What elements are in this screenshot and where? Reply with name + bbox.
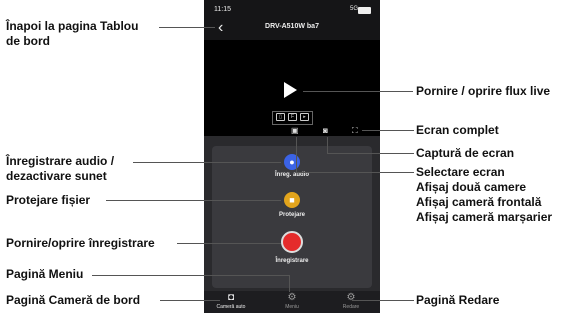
status-time: 11:15	[214, 6, 231, 13]
leader-line	[327, 153, 414, 154]
callout-screenshot: Captură de ecran	[416, 146, 515, 160]
dashcam-icon: ◘	[227, 292, 235, 303]
phone-screen: 11:15 5G ‹ DRV-A510W ba7 ▯ F ▸ ▣ ◙ ⛶ ● Î…	[204, 0, 380, 313]
callout-text: Afișaj două camere	[416, 180, 527, 194]
callout-text: Afișaj cameră frontală	[416, 195, 542, 209]
tab-label: Redare	[342, 304, 360, 310]
protect-button[interactable]: ■	[284, 192, 300, 208]
callout-text: de bord	[6, 34, 50, 48]
gear-icon: ⚙	[287, 292, 297, 303]
leader-line	[133, 162, 281, 163]
protect-label: Protejare	[278, 212, 305, 218]
play-icon[interactable]	[284, 82, 297, 98]
audio-record-button[interactable]: ●	[284, 154, 300, 170]
leader-line	[296, 172, 414, 173]
record-label: Înregistrare	[275, 258, 309, 264]
tab-menu[interactable]: ⚙ Meniu	[267, 292, 317, 311]
leader-line	[92, 275, 289, 276]
leader-line	[160, 300, 220, 301]
playback-icon: ⚙	[346, 292, 356, 303]
camera-view-selector[interactable]: ▯ F ▸	[272, 111, 313, 125]
camera-icon[interactable]: ◙	[323, 127, 328, 135]
callout-screen-select: Selectare ecran Afișaj două camere Afișa…	[416, 165, 552, 225]
lock-icon: ■	[289, 195, 295, 205]
callout-text: Înregistrare audio /	[6, 154, 115, 168]
tab-label: Cameră auto	[216, 304, 246, 310]
callout-fullscreen: Ecran complet	[416, 123, 499, 137]
callout-back: Înapoi la pagina Tablou de bord	[6, 19, 138, 49]
dual-camera-icon[interactable]: ▯	[276, 113, 285, 121]
leader-line	[296, 137, 297, 172]
rear-camera-icon[interactable]: ▸	[300, 113, 309, 121]
leader-line	[177, 243, 281, 244]
tab-dashcam[interactable]: ◘ Cameră auto	[206, 292, 256, 311]
callout-record: Pornire/oprire înregistrare	[6, 236, 155, 250]
leader-line	[362, 130, 414, 131]
status-bar: 11:15 5G	[204, 0, 380, 18]
callout-text: dezactivare sunet	[6, 169, 107, 183]
signal-indicator: 5G	[349, 6, 358, 12]
screen-select-icon[interactable]: ▣	[291, 127, 299, 135]
tab-label: Meniu	[285, 304, 299, 310]
record-button[interactable]	[281, 231, 303, 253]
callout-dashcam: Pagină Cameră de bord	[6, 293, 141, 307]
callout-menu: Pagină Meniu	[6, 267, 84, 281]
leader-line	[303, 91, 413, 92]
callout-playback: Pagină Redare	[416, 293, 500, 307]
tab-playback[interactable]: ⚙ Redare	[326, 292, 376, 311]
callout-live: Pornire / oprire flux live	[416, 84, 551, 98]
leader-line	[352, 300, 414, 301]
callout-protect: Protejare fișier	[6, 193, 91, 207]
device-name: DRV-A510W ba7	[265, 23, 319, 30]
leader-line	[106, 200, 281, 201]
callout-text: Afișaj cameră marșarier	[416, 210, 553, 224]
leader-line	[327, 137, 328, 153]
fullscreen-icon[interactable]: ⛶	[352, 127, 358, 135]
leader-line	[159, 27, 215, 28]
leader-line	[289, 275, 290, 292]
battery-icon	[358, 7, 371, 14]
callout-audio: Înregistrare audio / dezactivare sunet	[6, 154, 114, 184]
front-camera-icon[interactable]: F	[288, 113, 297, 121]
callout-text: Selectare ecran	[416, 165, 505, 179]
microphone-icon: ●	[289, 157, 295, 167]
callout-text: Înapoi la pagina Tablou	[6, 19, 139, 33]
